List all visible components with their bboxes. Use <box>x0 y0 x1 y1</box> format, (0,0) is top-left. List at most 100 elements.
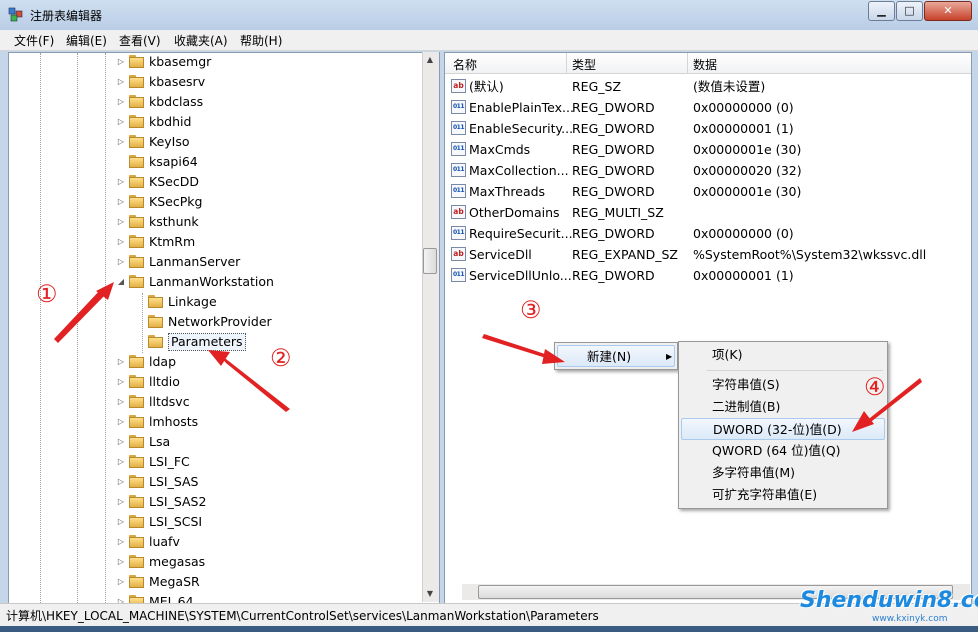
collapse-arrow-icon[interactable]: ◢ <box>116 272 126 292</box>
column-header-type[interactable]: 类型 <box>572 56 596 73</box>
menu-favorites[interactable]: 收藏夹(A) <box>174 32 228 49</box>
expand-arrow-icon[interactable]: ▷ <box>116 352 126 372</box>
tree-item-label: LSI_FC <box>149 454 190 469</box>
folder-icon <box>148 295 163 308</box>
close-button[interactable]: ✕ <box>924 1 972 21</box>
value-row[interactable]: ab ServiceDll REG_EXPAND_SZ %SystemRoot%\Sy… <box>445 244 971 265</box>
value-row[interactable]: 011 ServiceDllUnlo... REG_DWORD 0x00000001 … <box>445 265 971 286</box>
value-row[interactable]: 011 RequireSecurit... REG_DWORD 0x00000000 … <box>445 223 971 244</box>
expand-arrow-icon[interactable]: ▷ <box>116 452 126 472</box>
expand-arrow-icon[interactable]: ▷ <box>116 53 126 72</box>
binary-value-icon: 011 <box>451 142 466 156</box>
submenu-item-expand-string-label: 可扩充字符串值(E) <box>712 487 818 502</box>
expand-arrow-icon[interactable]: ▷ <box>116 252 126 272</box>
expand-arrow-icon[interactable]: ▷ <box>116 412 126 432</box>
value-row[interactable]: 011 MaxThreads REG_DWORD 0x0000001e (30) <box>445 181 971 202</box>
value-type: REG_DWORD <box>572 100 655 115</box>
submenu-item-key[interactable]: 项(K) <box>681 344 885 366</box>
tree-item-label: luafv <box>149 534 180 549</box>
maximize-button[interactable]: □ <box>896 1 923 21</box>
submenu-item-expand-string[interactable]: 可扩充字符串值(E) <box>681 484 885 506</box>
submenu-arrow-icon: ▶ <box>666 352 673 361</box>
submenu-item-dword-label: DWORD (32-位)值(D) <box>713 422 842 437</box>
submenu-item-binary[interactable]: 二进制值(B) <box>681 396 885 418</box>
column-divider[interactable] <box>687 53 688 73</box>
column-header-name[interactable]: 名称 <box>453 56 477 73</box>
value-name: ServiceDll <box>469 247 532 262</box>
context-item-new[interactable]: 新建(N) ▶ <box>557 345 675 367</box>
menu-view[interactable]: 查看(V) <box>119 32 161 49</box>
expand-arrow-icon[interactable]: ▷ <box>116 212 126 232</box>
value-row[interactable]: 011 MaxCmds REG_DWORD 0x0000001e (30) <box>445 139 971 160</box>
tree-guide-line <box>142 293 143 353</box>
menu-edit[interactable]: 编辑(E) <box>66 32 107 49</box>
menu-bar: 文件(F) 编辑(E) 查看(V) 收藏夹(A) 帮助(H) <box>0 30 978 51</box>
tree-scroll-thumb[interactable] <box>423 248 437 274</box>
expand-arrow-icon[interactable]: ▷ <box>116 512 126 532</box>
submenu-separator <box>707 370 883 371</box>
expand-arrow-icon[interactable]: ▷ <box>116 492 126 512</box>
tree-item-label: ldap <box>149 354 177 369</box>
value-row[interactable]: 011 EnableSecurity... REG_DWORD 0x00000001 … <box>445 118 971 139</box>
tree-item-label: ksapi64 <box>149 154 198 169</box>
minimize-button[interactable]: ▁ <box>868 1 895 21</box>
submenu-item-string[interactable]: 字符串值(S) <box>681 374 885 396</box>
folder-icon <box>129 55 144 68</box>
menu-help[interactable]: 帮助(H) <box>240 32 282 49</box>
value-type: REG_DWORD <box>572 184 655 199</box>
expand-arrow-icon[interactable]: ▷ <box>116 192 126 212</box>
expand-arrow-icon[interactable]: ▷ <box>116 132 126 152</box>
tree-vertical-scrollbar[interactable] <box>422 52 439 602</box>
value-row[interactable]: 011 EnablePlainTex... REG_DWORD 0x00000000 … <box>445 97 971 118</box>
value-row[interactable]: 011 MaxCollection... REG_DWORD 0x00000020 (… <box>445 160 971 181</box>
value-row[interactable]: ab OtherDomains REG_MULTI_SZ <box>445 202 971 223</box>
tree-item-label: kbdclass <box>149 94 204 109</box>
tree-guide-line <box>40 53 41 603</box>
maximize-icon: □ <box>904 4 915 17</box>
context-item-new-label: 新建(N) <box>587 349 632 364</box>
expand-arrow-icon[interactable]: ▷ <box>116 392 126 412</box>
value-type: REG_DWORD <box>572 226 655 241</box>
folder-icon <box>129 495 144 508</box>
menu-file[interactable]: 文件(F) <box>14 32 54 49</box>
binary-value-icon: 011 <box>451 121 466 135</box>
submenu-item-key-label: 项(K) <box>712 347 743 362</box>
taskbar-strip <box>0 626 978 632</box>
folder-icon <box>129 275 144 288</box>
column-header-data[interactable]: 数据 <box>693 56 717 73</box>
expand-arrow-icon[interactable]: ▷ <box>116 72 126 92</box>
scroll-up-icon[interactable]: ▲ <box>423 53 437 67</box>
expand-arrow-icon[interactable]: ▷ <box>116 232 126 252</box>
scroll-down-icon[interactable]: ▼ <box>423 587 437 601</box>
folder-icon <box>129 75 144 88</box>
value-type: REG_DWORD <box>572 163 655 178</box>
expand-arrow-icon[interactable]: ▷ <box>116 92 126 112</box>
tree-item-label: KtmRm <box>149 234 196 249</box>
tree-item-label: kbdhid <box>149 114 192 129</box>
expand-arrow-icon[interactable]: ▷ <box>116 172 126 192</box>
submenu-item-dword[interactable]: DWORD (32-位)值(D) <box>681 418 885 440</box>
value-list[interactable]: 名称 类型 数据 ab (默认) REG_SZ (数值未设置) 011 EnablePla… <box>444 52 972 604</box>
expand-arrow-icon[interactable]: ▷ <box>116 532 126 552</box>
column-divider[interactable] <box>566 53 567 73</box>
submenu-item-multi-string[interactable]: 多字符串值(M) <box>681 462 885 484</box>
key-tree[interactable]: ▷ kbasemgr ▷ kbasesrv ▷ kbdclass ▷ kbdhid ▷ KeyIs… <box>8 52 440 604</box>
tree-item-label: LSI_SAS2 <box>149 494 207 509</box>
registry-editor-window: 注册表编辑器 ▁ □ ✕ 文件(F) 编辑(E) 查看(V) 收藏夹(A) 帮助… <box>0 0 978 632</box>
value-row[interactable]: ab (默认) REG_SZ (数值未设置) <box>445 76 971 97</box>
expand-arrow-icon[interactable]: ▷ <box>116 372 126 392</box>
expand-arrow-icon[interactable]: ▷ <box>116 472 126 492</box>
list-header: 名称 类型 数据 <box>445 53 971 74</box>
tree-item-label: KSecDD <box>149 174 199 189</box>
tree-item-label: LSI_SCSI <box>149 514 203 529</box>
folder-icon <box>129 435 144 448</box>
expand-arrow-icon[interactable]: ▷ <box>116 112 126 132</box>
value-data: 0x00000000 (0) <box>693 226 794 241</box>
expand-arrow-icon[interactable]: ▷ <box>116 432 126 452</box>
submenu-item-qword[interactable]: QWORD (64 位)值(Q) <box>681 440 885 462</box>
folder-icon <box>129 95 144 108</box>
string-value-icon: ab <box>451 79 466 93</box>
expand-arrow-icon[interactable]: ▷ <box>116 572 126 592</box>
expand-arrow-icon[interactable]: ▷ <box>116 552 126 572</box>
title-bar[interactable]: 注册表编辑器 ▁ □ ✕ <box>0 0 978 30</box>
